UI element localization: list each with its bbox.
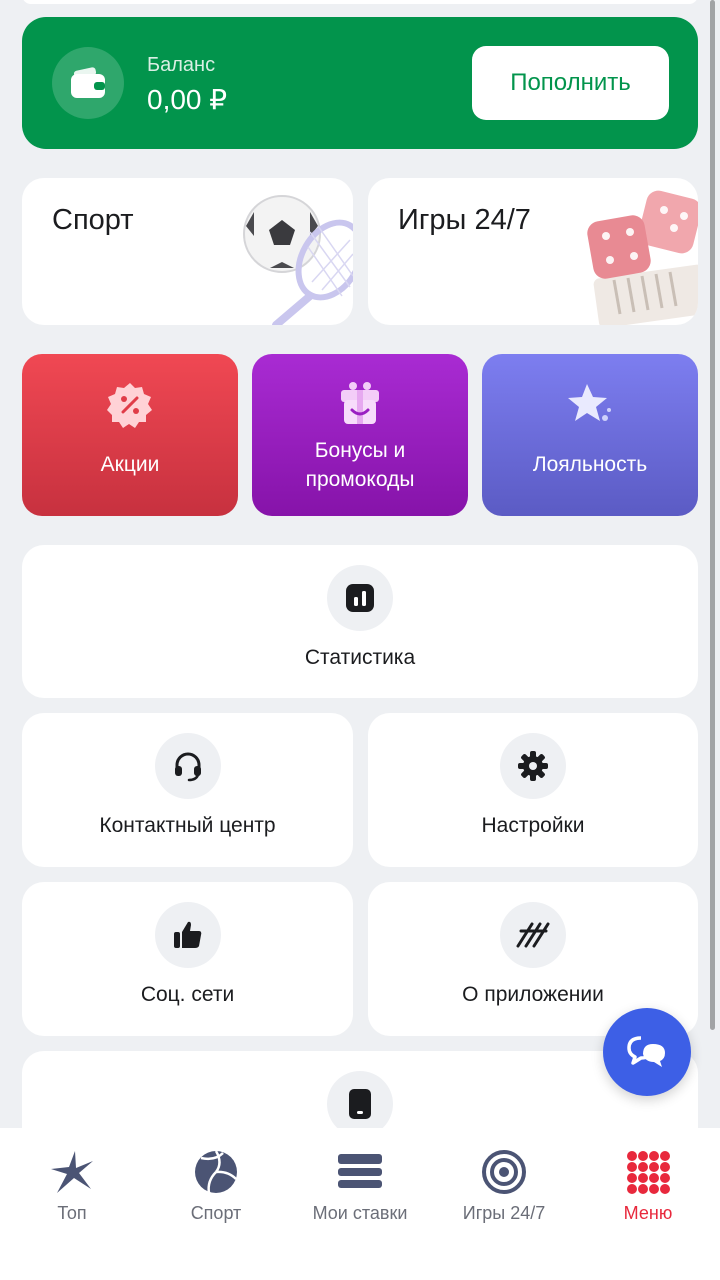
star-burst-icon [48, 1148, 96, 1196]
statistics-label: Статистика [304, 646, 416, 669]
promotions-label: Акции [100, 453, 160, 476]
thumbs-up-icon [154, 902, 221, 968]
contact-center-label: Контактный центр [99, 814, 276, 837]
social-card[interactable]: Соц. сети [22, 882, 353, 1036]
dice-backgammon-illustration [587, 190, 698, 325]
balance-value: 0,00 ₽ [147, 84, 228, 115]
sport-category-card[interactable]: Спорт [22, 178, 353, 325]
tab-games-label: Игры 24/7 [462, 1203, 546, 1223]
grid-dots-icon [624, 1148, 672, 1196]
soccer-ball-racket-illustration [243, 195, 353, 325]
wallet-icon [52, 47, 124, 119]
star-icon [568, 384, 611, 421]
gift-box-icon [341, 382, 379, 424]
tab-sport[interactable]: Спорт [144, 1128, 288, 1238]
percent-badge-icon [107, 383, 152, 428]
loyalty-tile[interactable]: Лояльность [482, 354, 698, 516]
tab-my-bets[interactable]: Мои ставки [288, 1128, 432, 1238]
contact-center-card[interactable]: Контактный центр [22, 713, 353, 867]
topup-button[interactable]: Пополнить [472, 46, 669, 120]
sport-category-title: Спорт [52, 204, 134, 236]
promotions-tile[interactable]: Акции [22, 354, 238, 516]
bonuses-tile[interactable]: Бонусы и промокоды [252, 354, 468, 516]
target-icon [480, 1148, 528, 1196]
balance-card: Баланс 0,00 ₽ Пополнить [22, 17, 698, 149]
statistics-card[interactable]: Статистика [22, 545, 698, 698]
balance-label: Баланс [147, 54, 216, 76]
tab-my-bets-label: Мои ставки [312, 1203, 408, 1223]
previous-card-edge [22, 0, 698, 4]
tab-games[interactable]: Игры 24/7 [432, 1128, 576, 1238]
headset-icon [154, 733, 221, 799]
tab-top-label: Топ [57, 1203, 87, 1223]
bottom-tab-bar: Топ Спорт Мои ставки Игры 24/7 Меню [0, 1128, 720, 1280]
tab-top[interactable]: Топ [0, 1128, 144, 1238]
loyalty-label: Лояльность [532, 453, 648, 476]
statistics-icon [327, 565, 393, 631]
tab-menu-label: Меню [623, 1203, 673, 1223]
scrollbar[interactable] [710, 0, 715, 1030]
games-category-card[interactable]: Игры 24/7 [368, 178, 698, 325]
about-app-label: О приложении [462, 983, 604, 1006]
volleyball-icon [192, 1148, 240, 1196]
social-label: Соц. сети [140, 983, 235, 1006]
chat-bubbles-icon [627, 1036, 665, 1067]
settings-card[interactable]: Настройки [368, 713, 698, 867]
settings-label: Настройки [481, 814, 585, 837]
games-category-title: Игры 24/7 [398, 204, 531, 236]
bonuses-label: Бонусы и промокоды [305, 439, 415, 491]
tab-sport-label: Спорт [190, 1203, 242, 1223]
gear-icon [500, 733, 566, 799]
tab-menu[interactable]: Меню [576, 1128, 720, 1238]
stacked-bets-icon [336, 1148, 384, 1196]
chat-button[interactable] [603, 1008, 691, 1096]
app-logo-icon [500, 902, 566, 968]
